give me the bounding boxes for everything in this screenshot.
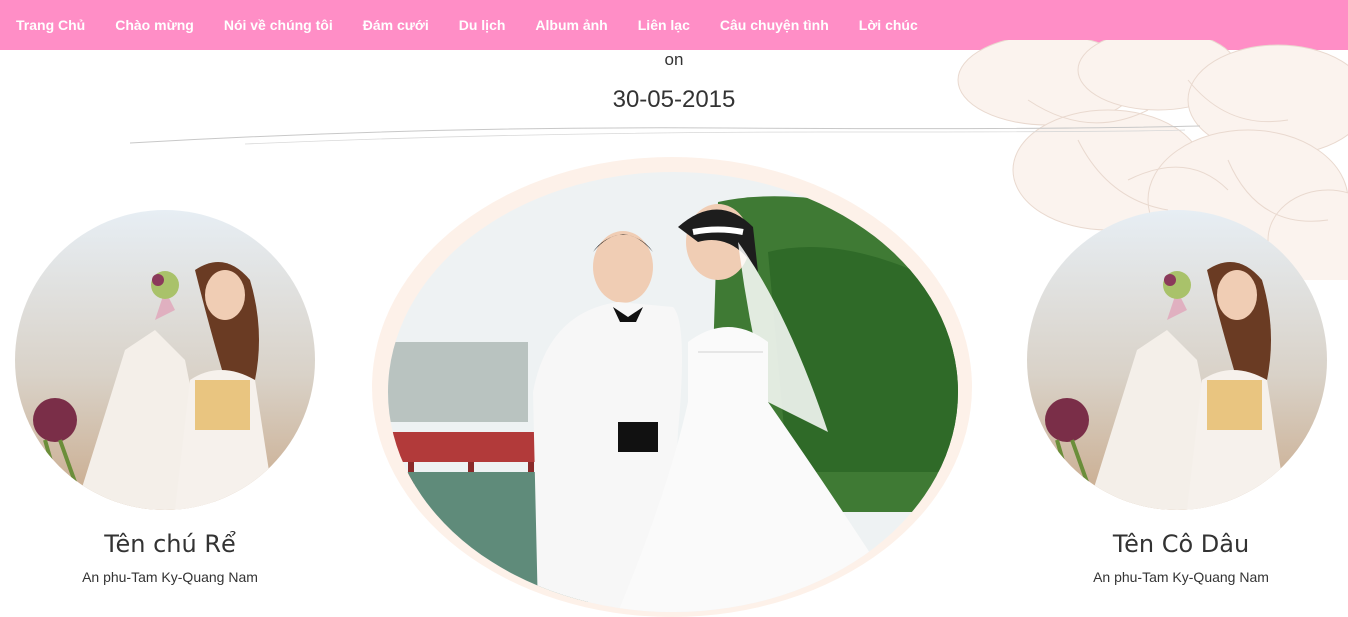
nav-item-wedding[interactable]: Đám cưới: [348, 0, 444, 50]
nav-item-album[interactable]: Album ảnh: [520, 0, 622, 50]
wedding-date: 30-05-2015: [612, 86, 736, 113]
nav-item-travel[interactable]: Du lịch: [444, 0, 521, 50]
nav-item-wishes[interactable]: Lời chúc: [844, 0, 933, 50]
groom-address: An phu-Tam Ky-Quang Nam: [82, 569, 258, 585]
nav-item-contact[interactable]: Liên lạc: [623, 0, 705, 50]
groom-name: Tên chú Rể: [104, 530, 236, 558]
bride-name: Tên Cô Dâu: [1112, 530, 1250, 558]
nav-item-welcome[interactable]: Chào mừng: [100, 0, 209, 50]
couple-photo: [388, 172, 958, 612]
bride-photo: [1027, 210, 1327, 510]
on-label: on: [664, 50, 684, 69]
decorative-divider: [129, 125, 1201, 145]
groom-photo: [15, 210, 315, 510]
bride-address: An phu-Tam Ky-Quang Nam: [1093, 569, 1269, 585]
nav-item-love-story[interactable]: Câu chuyện tình: [705, 0, 844, 50]
nav-item-home[interactable]: Trang Chủ: [0, 0, 100, 50]
nav-item-about-us[interactable]: Nói về chúng tôi: [209, 0, 348, 50]
